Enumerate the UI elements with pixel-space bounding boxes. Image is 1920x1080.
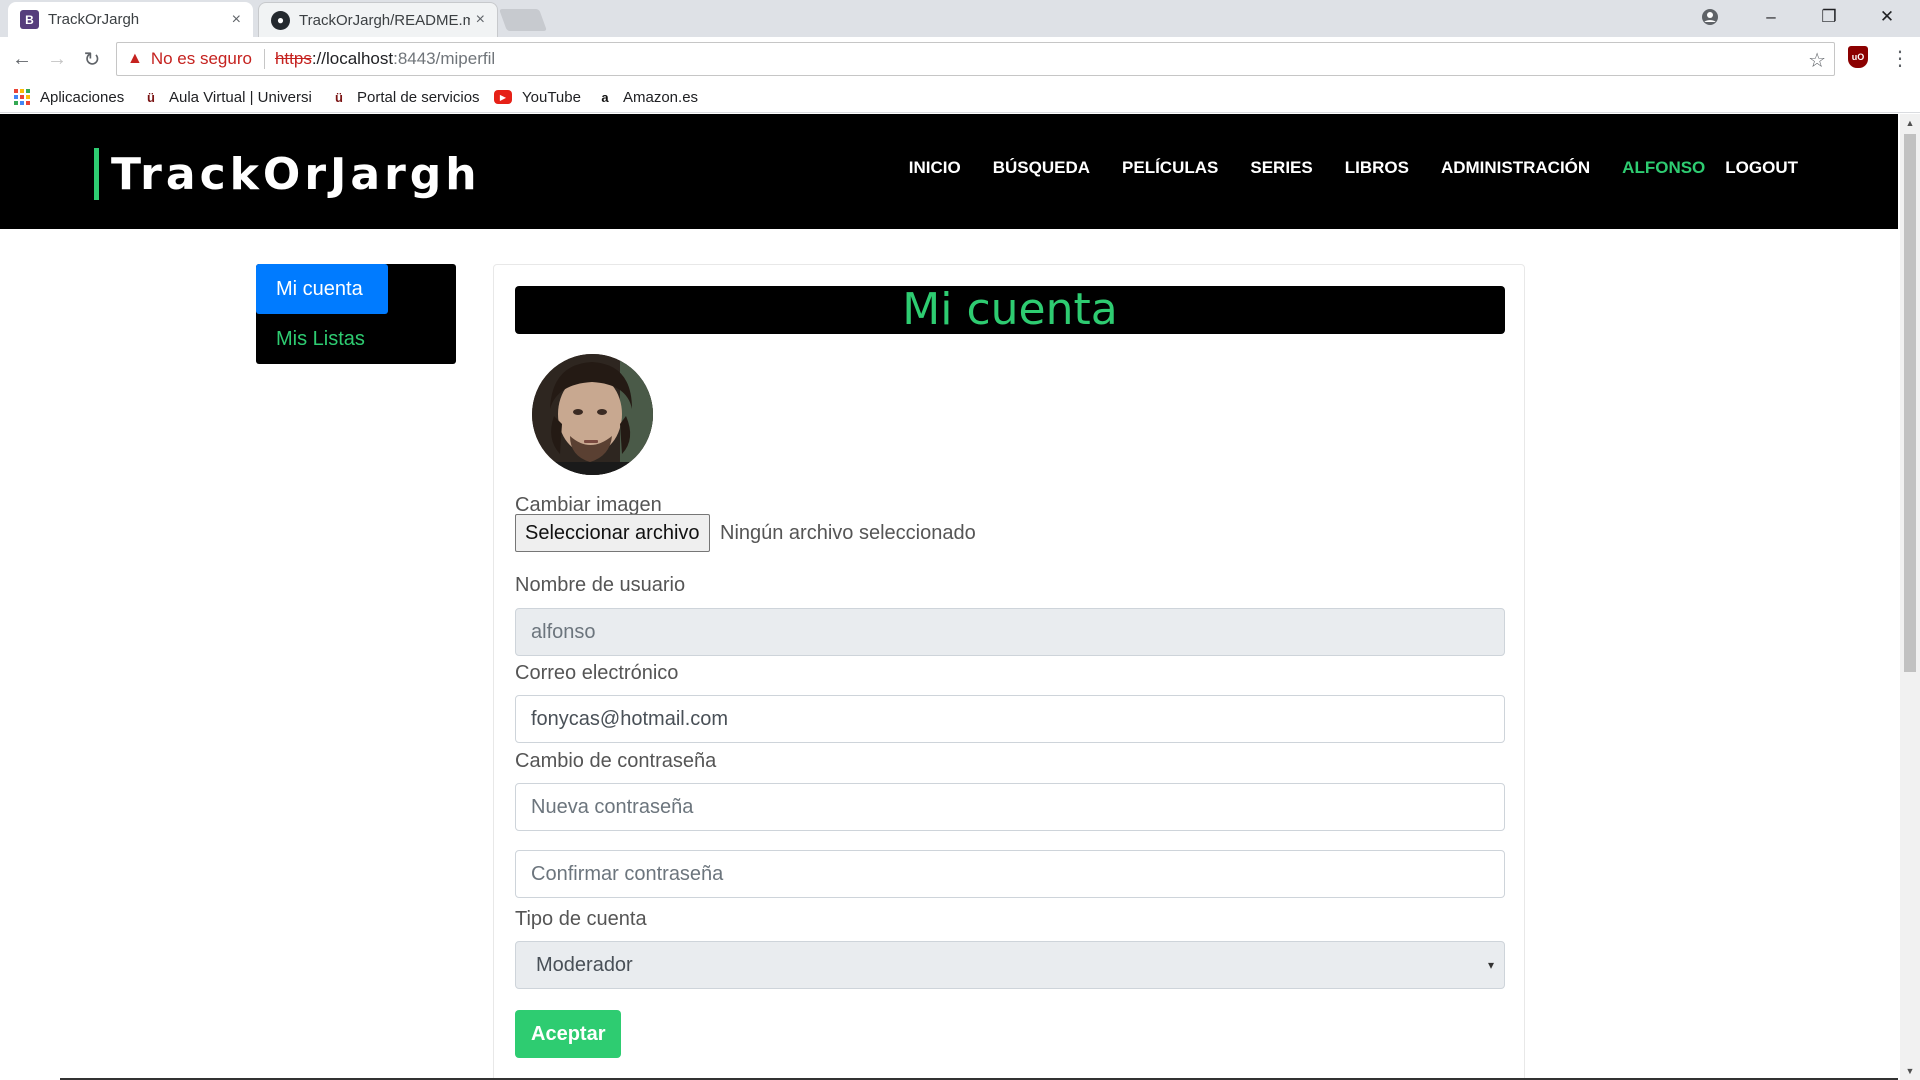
- nav-user[interactable]: ALFONSO: [1622, 158, 1705, 178]
- page-scrollbar[interactable]: ▲ ▼: [1900, 114, 1920, 1080]
- tab-trackorjargh[interactable]: B TrackOrJargh ×: [8, 2, 253, 37]
- confirm-password-field[interactable]: Confirmar contraseña: [515, 850, 1505, 898]
- browser-menu-icon[interactable]: ⋮: [1890, 46, 1910, 71]
- window-close-icon[interactable]: ✕: [1858, 0, 1916, 34]
- restore-icon[interactable]: ❐: [1800, 0, 1858, 34]
- bookmark-label: Aplicaciones: [40, 88, 125, 106]
- nav-busqueda[interactable]: BÚSQUEDA: [993, 158, 1090, 178]
- bookmark-youtube[interactable]: ▶ YouTube: [494, 87, 581, 107]
- browser-tabstrip: B TrackOrJargh × ● TrackOrJargh/README.m…: [0, 0, 1920, 37]
- scroll-down-icon[interactable]: ▼: [1900, 1062, 1920, 1080]
- university-icon: ü: [335, 89, 343, 105]
- bookmark-label: Amazon.es: [623, 88, 699, 106]
- scroll-up-icon[interactable]: ▲: [1900, 114, 1920, 132]
- bookmark-portal-servicios[interactable]: ü Portal de servicios: [331, 87, 480, 107]
- nav-logout[interactable]: LOGOUT: [1725, 158, 1798, 178]
- reload-icon[interactable]: ↻: [78, 45, 106, 73]
- apps-grid-icon: [14, 89, 30, 105]
- account-type-select[interactable]: Moderador ▾: [515, 941, 1505, 989]
- github-icon: ●: [271, 10, 290, 30]
- tab-title: TrackOrJargh: [48, 11, 140, 28]
- url-scheme: https: [274, 49, 312, 68]
- scrollbar-thumb[interactable]: [1904, 134, 1916, 672]
- password-label: Cambio de contraseña: [515, 750, 717, 772]
- bookmark-apps[interactable]: Aplicaciones: [14, 87, 124, 107]
- bookmark-star-icon[interactable]: ☆: [1808, 48, 1826, 73]
- ublock-extension-icon[interactable]: uO: [1848, 46, 1868, 68]
- account-type-value: Moderador: [536, 953, 633, 976]
- account-card: Mi cuenta Cambiar imagen Seleccionar arc…: [493, 264, 1525, 1080]
- nav-libros[interactable]: LIBROS: [1345, 158, 1409, 178]
- profile-icon[interactable]: [1681, 0, 1739, 34]
- email-field[interactable]: fonycas@hotmail.com: [515, 695, 1505, 743]
- email-label: Correo electrónico: [515, 662, 679, 684]
- account-type-label: Tipo de cuenta: [515, 908, 647, 930]
- close-icon[interactable]: ×: [232, 11, 241, 29]
- url-path: :8443/miperfil: [393, 49, 496, 68]
- site-header: TrackOrJargh INICIO BÚSQUEDA PELÍCULAS S…: [0, 114, 1898, 229]
- security-label: No es seguro: [150, 49, 252, 68]
- sidebar-item-mis-listas[interactable]: Mis Listas: [256, 314, 456, 364]
- chevron-down-icon: ▾: [1487, 958, 1494, 972]
- close-icon[interactable]: ×: [476, 11, 485, 29]
- bookmark-label: YouTube: [522, 88, 581, 106]
- account-sidebar: Mi cuenta Mis Listas: [256, 264, 456, 364]
- address-bar[interactable]: ▲ No es seguro https ://localhost :8443/…: [116, 42, 1835, 76]
- bookmarks-bar: Aplicaciones ü Aula Virtual | Universi ü…: [0, 81, 1920, 113]
- amazon-icon: a: [601, 89, 609, 105]
- tab-title: TrackOrJargh/README.m: [299, 11, 470, 29]
- bookmark-label: Portal de servicios: [357, 88, 480, 106]
- url-host: ://localhost: [311, 49, 394, 68]
- university-icon: ü: [147, 89, 155, 105]
- nav-administracion[interactable]: ADMINISTRACIÓN: [1441, 158, 1590, 178]
- warning-icon: ▲: [127, 50, 143, 67]
- forward-arrow-icon[interactable]: →: [43, 45, 71, 73]
- page-viewport: TrackOrJargh INICIO BÚSQUEDA PELÍCULAS S…: [0, 114, 1920, 1080]
- sidebar-item-mi-cuenta[interactable]: Mi cuenta: [256, 264, 388, 314]
- nav-series[interactable]: SERIES: [1250, 158, 1312, 178]
- nav-inicio[interactable]: INICIO: [909, 158, 961, 178]
- youtube-icon: ▶: [494, 90, 512, 104]
- new-password-field[interactable]: Nueva contraseña: [515, 783, 1505, 831]
- main-nav: INICIO BÚSQUEDA PELÍCULAS SERIES LIBROS …: [877, 158, 1798, 178]
- tab-github-readme[interactable]: ● TrackOrJargh/README.m ×: [258, 2, 498, 37]
- new-tab-button[interactable]: [498, 9, 548, 31]
- username-field: alfonso: [515, 608, 1505, 656]
- back-arrow-icon[interactable]: ←: [8, 45, 36, 73]
- select-file-button[interactable]: Seleccionar archivo: [515, 514, 710, 552]
- site-brand[interactable]: TrackOrJargh: [94, 148, 481, 200]
- bootstrap-icon: B: [20, 10, 39, 29]
- bookmark-aula-virtual[interactable]: ü Aula Virtual | Universi: [143, 87, 313, 107]
- username-label: Nombre de usuario: [515, 574, 686, 596]
- page-title: Mi cuenta: [515, 286, 1505, 334]
- nav-peliculas[interactable]: PELÍCULAS: [1122, 158, 1218, 178]
- browser-toolbar: ← → ↻ ▲ No es seguro https ://localhost …: [0, 37, 1920, 81]
- avatar: [532, 354, 653, 475]
- minimize-icon[interactable]: –: [1742, 0, 1800, 34]
- bookmark-label: Aula Virtual | Universi: [169, 88, 312, 106]
- bookmark-amazon[interactable]: a Amazon.es: [597, 87, 698, 107]
- address-divider: [263, 49, 265, 69]
- submit-button[interactable]: Aceptar: [515, 1010, 622, 1058]
- file-status-text: Ningún archivo seleccionado: [720, 522, 976, 544]
